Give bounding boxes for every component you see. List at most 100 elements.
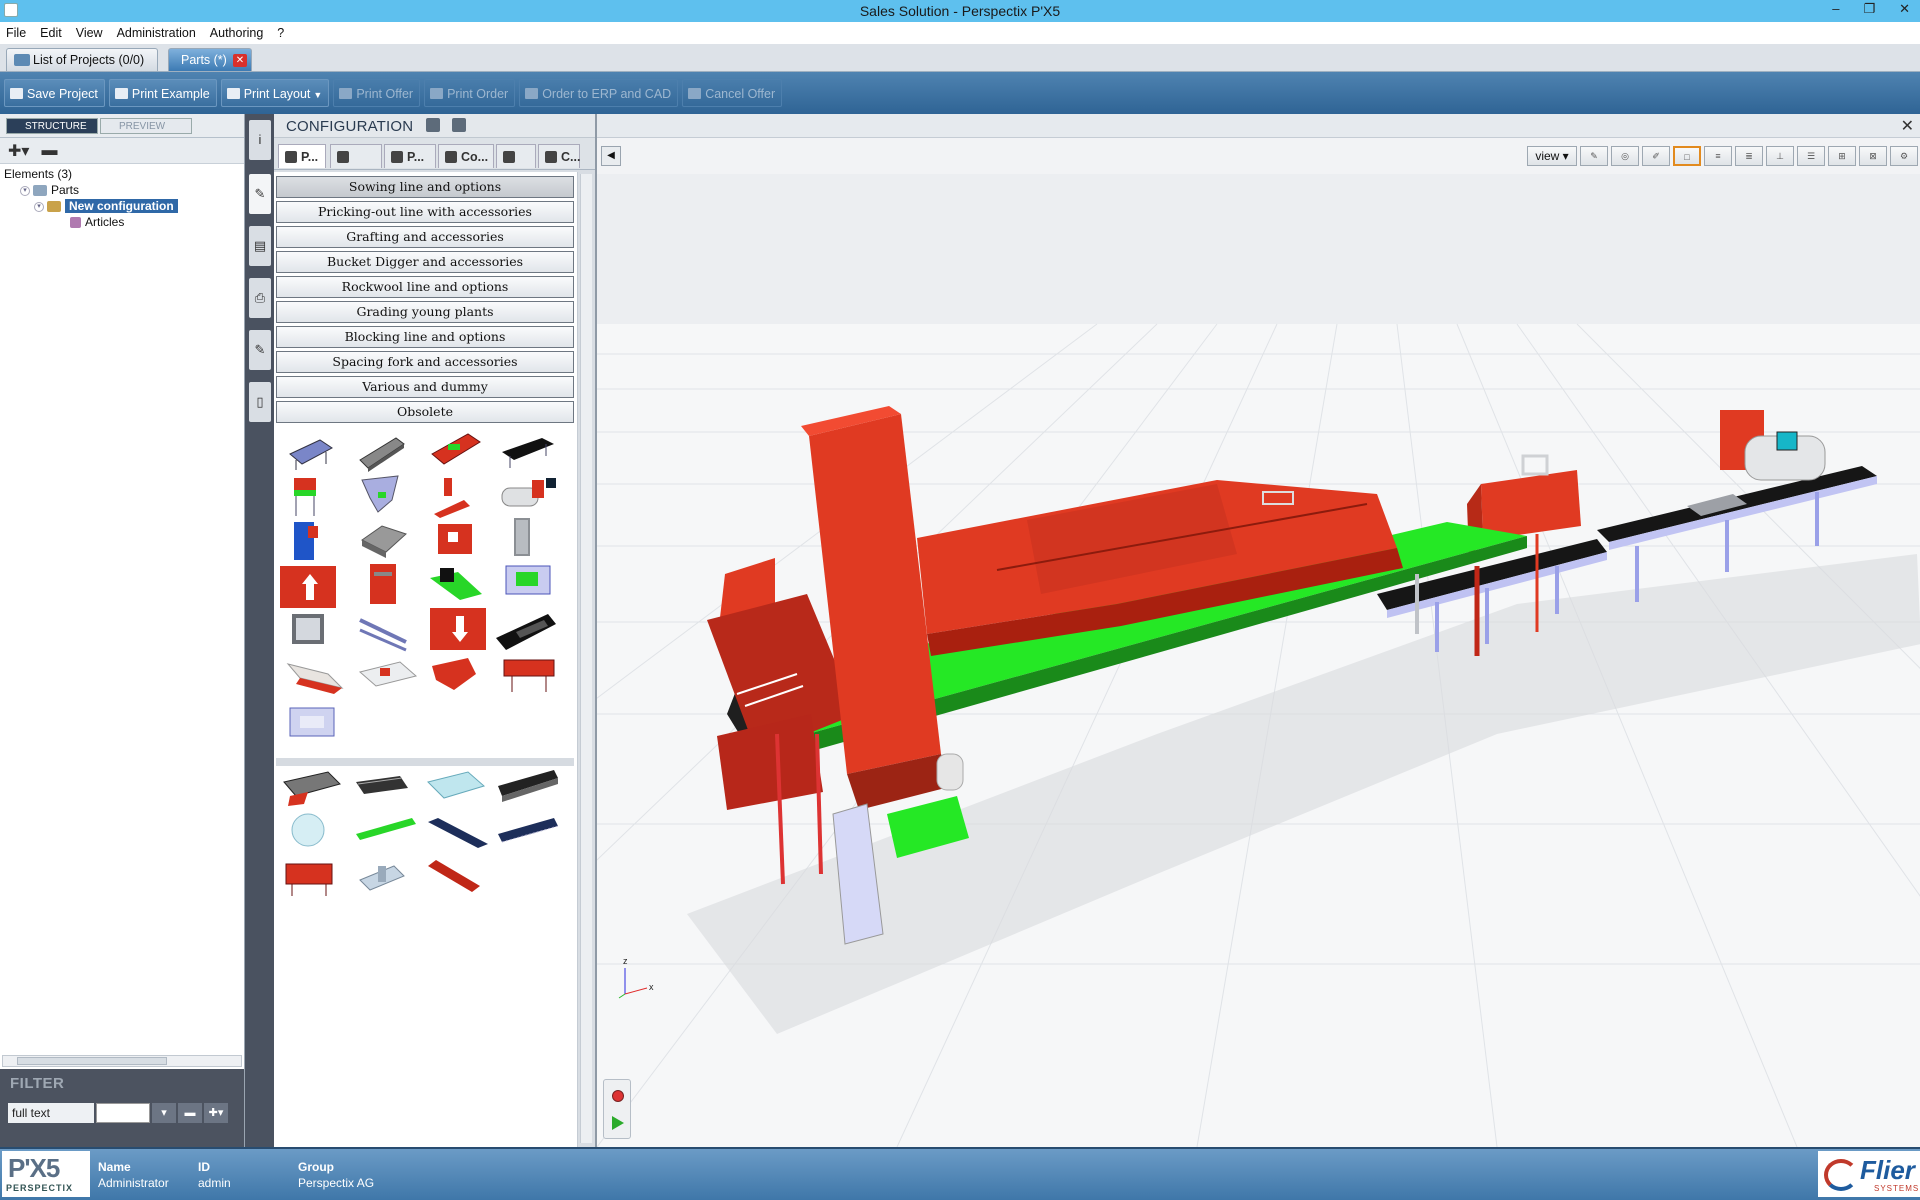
printer-icon bbox=[339, 88, 353, 99]
collapse-panel-button[interactable]: ◀ bbox=[601, 146, 621, 166]
chevron-down-icon: ▼ bbox=[313, 90, 323, 100]
category-button[interactable]: Spacing fork and accessories bbox=[276, 351, 574, 373]
status-value: admin bbox=[198, 1176, 231, 1190]
button-label: Cancel Offer bbox=[705, 87, 776, 101]
filter-add-button[interactable]: ✚▾ bbox=[204, 1103, 228, 1123]
menu-edit[interactable]: Edit bbox=[40, 26, 62, 40]
print-offer-button[interactable]: Print Offer bbox=[333, 79, 421, 107]
filter-title[interactable]: FILTER bbox=[10, 1075, 64, 1092]
undo-icon[interactable] bbox=[452, 118, 466, 132]
menu-administration[interactable]: Administration bbox=[117, 26, 196, 40]
add-element-button[interactable]: ✚▾ bbox=[8, 141, 29, 161]
tab-parts[interactable]: Parts (*) ✕ bbox=[168, 48, 252, 71]
print-icon[interactable]: ⎙ bbox=[249, 278, 271, 318]
gear-icon bbox=[525, 88, 539, 99]
print-example-button[interactable]: Print Example bbox=[108, 79, 217, 107]
distribute-icon[interactable]: ☰ bbox=[1797, 146, 1825, 166]
align-bottom-icon[interactable]: ⊥ bbox=[1766, 146, 1794, 166]
undo-icon bbox=[503, 151, 515, 163]
horizontal-scrollbar[interactable] bbox=[2, 1055, 242, 1067]
filter-dropdown-button[interactable]: ▾ bbox=[152, 1103, 176, 1123]
tab-label: List of Projects (0/0) bbox=[33, 53, 145, 67]
tab-history[interactable] bbox=[496, 144, 536, 168]
paint-icon[interactable]: ✐ bbox=[1642, 146, 1670, 166]
category-button[interactable]: Grading young plants bbox=[276, 301, 574, 323]
part-thumbnails[interactable] bbox=[276, 428, 574, 748]
align-left-icon[interactable]: ≡ bbox=[1704, 146, 1732, 166]
scrollbar-thumb[interactable] bbox=[17, 1057, 167, 1065]
category-button[interactable]: Blocking line and options bbox=[276, 326, 574, 348]
3d-scene[interactable]: z x bbox=[597, 174, 1920, 1147]
close-window-button[interactable]: ✕ bbox=[1899, 1, 1910, 17]
save-project-button[interactable]: Save Project bbox=[4, 79, 105, 107]
tab-prices[interactable]: P... bbox=[384, 144, 436, 168]
edit-icon[interactable]: ✎ bbox=[249, 330, 271, 370]
tree-item-label: New configuration bbox=[65, 199, 178, 213]
minimize-button[interactable]: – bbox=[1832, 1, 1839, 17]
filter-mode[interactable]: full text bbox=[8, 1103, 94, 1123]
menu-file[interactable]: File bbox=[6, 26, 26, 40]
print-order-button[interactable]: Print Order bbox=[424, 79, 516, 107]
category-button[interactable]: Various and dummy bbox=[276, 376, 574, 398]
grid-icon[interactable]: ⊠ bbox=[1859, 146, 1887, 166]
category-button[interactable]: Obsolete bbox=[276, 401, 574, 423]
menu-help[interactable]: ? bbox=[277, 26, 284, 40]
tab-preview[interactable]: PREVIEW bbox=[100, 118, 192, 134]
category-button[interactable]: Bucket Digger and accessories bbox=[276, 251, 574, 273]
button-label: Save Project bbox=[27, 87, 98, 101]
filter-remove-button[interactable]: ▬ bbox=[178, 1103, 202, 1123]
configure-icon[interactable]: ✎ bbox=[249, 174, 271, 214]
info-icon[interactable]: i bbox=[249, 120, 271, 160]
filter-input[interactable] bbox=[96, 1103, 150, 1123]
tab-checks[interactable]: C... bbox=[538, 144, 580, 168]
snap-icon[interactable]: ⊞ bbox=[1828, 146, 1856, 166]
category-button[interactable]: Sowing line and options bbox=[276, 176, 574, 198]
flier-swoosh-icon bbox=[1824, 1159, 1858, 1191]
brand-name: Flier bbox=[1860, 1155, 1915, 1185]
tab-components[interactable] bbox=[330, 144, 382, 168]
collapse-icon[interactable]: ▾ bbox=[34, 201, 44, 212]
order-to-erp-button[interactable]: Order to ERP and CAD bbox=[519, 79, 679, 107]
category-button[interactable]: Rockwool line and options bbox=[276, 276, 574, 298]
save-icon[interactable] bbox=[426, 118, 440, 132]
align-center-icon[interactable]: ≣ bbox=[1735, 146, 1763, 166]
cancel-offer-button[interactable]: Cancel Offer bbox=[682, 79, 783, 107]
close-tab-icon[interactable]: ✕ bbox=[233, 54, 247, 67]
print-layout-button[interactable]: Print Layout ▼ bbox=[220, 79, 330, 107]
view-dropdown[interactable]: view ▾ bbox=[1527, 146, 1577, 166]
category-button[interactable]: Pricking-out line with accessories bbox=[276, 201, 574, 223]
configuration-scrollbar[interactable] bbox=[580, 174, 592, 1143]
tab-parts-catalog[interactable]: P... bbox=[278, 144, 326, 168]
tree-item-articles[interactable]: Articles bbox=[4, 214, 240, 230]
flier-logo: Flier SYSTEMS bbox=[1818, 1151, 1920, 1197]
measure-icon[interactable]: ✎ bbox=[1580, 146, 1608, 166]
close-icon[interactable]: ✕ bbox=[1901, 116, 1914, 136]
tab-configure[interactable]: Co... bbox=[438, 144, 494, 168]
tab-structure[interactable]: STRUCTURE bbox=[6, 118, 98, 134]
tab-list-of-projects[interactable]: List of Projects (0/0) bbox=[6, 48, 158, 71]
record-button[interactable] bbox=[612, 1090, 624, 1102]
z-axis-label: z bbox=[623, 956, 628, 966]
main-toolbar: Save Project Print Example Print Layout ▼… bbox=[0, 72, 1920, 114]
menu-authoring[interactable]: Authoring bbox=[210, 26, 264, 40]
accessory-thumbnails[interactable] bbox=[276, 766, 574, 906]
button-label: Print Example bbox=[131, 87, 210, 101]
select-box-icon[interactable]: □ bbox=[1673, 146, 1701, 166]
settings-icon[interactable]: ⚙ bbox=[1890, 146, 1918, 166]
tree-item-parts[interactable]: ▾ Parts bbox=[4, 182, 240, 198]
collapse-icon[interactable]: ▾ bbox=[20, 185, 30, 196]
remove-element-button[interactable]: ▬ bbox=[41, 142, 57, 160]
structure-preview-tabs: STRUCTURE PREVIEW bbox=[0, 114, 244, 138]
play-button[interactable] bbox=[612, 1116, 624, 1130]
orbit-icon[interactable]: ◎ bbox=[1611, 146, 1639, 166]
menu-view[interactable]: View bbox=[76, 26, 103, 40]
document-icon[interactable]: ▯ bbox=[249, 382, 271, 422]
tab-label: STRUCTURE bbox=[25, 121, 87, 132]
restore-button[interactable]: ❐ bbox=[1863, 1, 1875, 17]
tab-label: P... bbox=[407, 150, 425, 164]
tab-label: C... bbox=[561, 150, 581, 164]
list-icon[interactable]: ▤ bbox=[249, 226, 271, 266]
tree-item-new-configuration[interactable]: ▾ New configuration bbox=[4, 198, 240, 214]
category-button[interactable]: Grafting and accessories bbox=[276, 226, 574, 248]
3d-viewport: ✕ ◀ view ▾ ✎ ◎ ✐ □ ≡ ≣ ⊥ ☰ ⊞ ⊠ ⚙ z x bbox=[596, 114, 1920, 1147]
